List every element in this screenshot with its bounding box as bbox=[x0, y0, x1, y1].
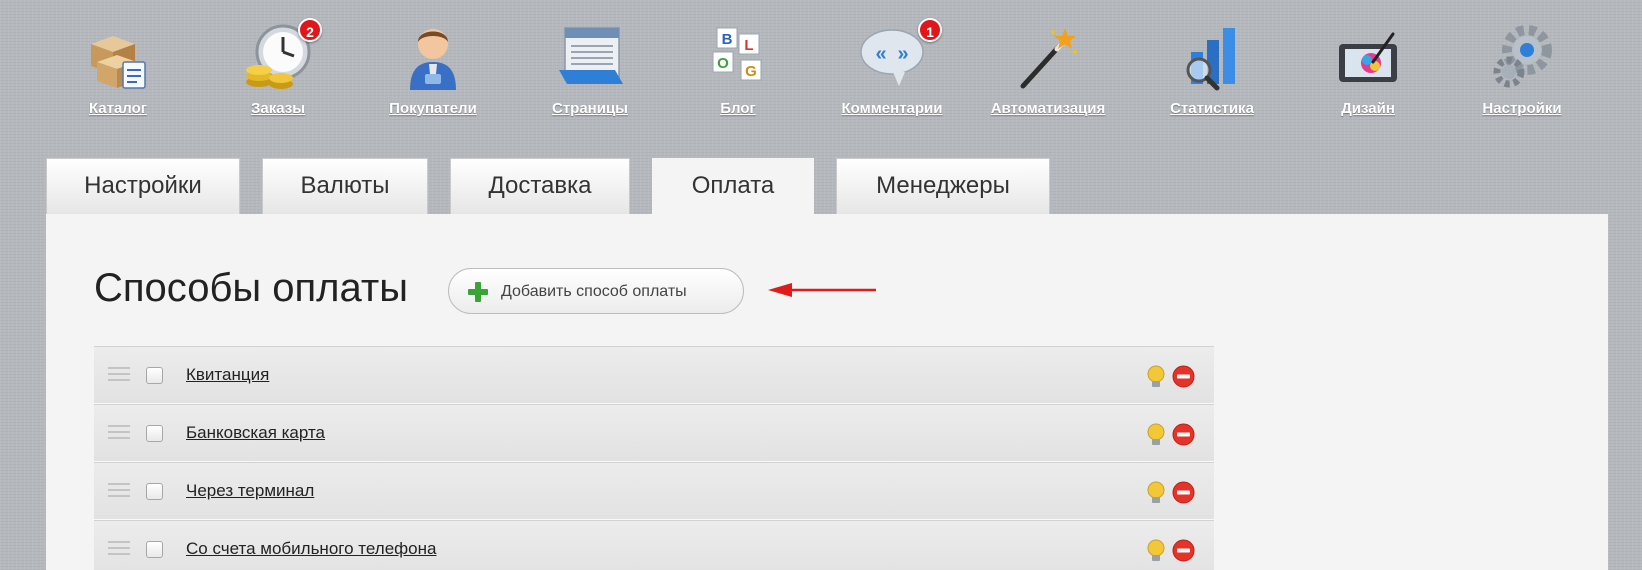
menu-label: Каталог bbox=[88, 100, 148, 117]
statistics-chart-icon bbox=[1186, 28, 1235, 91]
lightbulb-icon[interactable] bbox=[1146, 481, 1166, 505]
drag-handle-icon[interactable] bbox=[108, 425, 130, 443]
comments-count-badge: 1 bbox=[918, 18, 942, 42]
svg-text:B: B bbox=[722, 31, 733, 48]
customers-person-icon bbox=[410, 29, 456, 90]
payment-method-link[interactable]: Со счета мобильного телефона bbox=[186, 539, 436, 559]
menu-label: Страницы bbox=[552, 100, 628, 117]
menu-label: Автоматизация bbox=[990, 100, 1106, 117]
menu-label: Комментарии bbox=[841, 100, 943, 117]
menu-item-comments[interactable]: « » 1 Комментарии bbox=[822, 14, 962, 124]
settings-gears-icon bbox=[1493, 25, 1552, 88]
row-checkbox[interactable] bbox=[146, 483, 163, 500]
menu-label: Настройки bbox=[1482, 100, 1562, 117]
red-arrow-annotation bbox=[768, 283, 876, 297]
svg-text:«: « bbox=[875, 43, 886, 65]
payment-method-link[interactable]: Через терминал bbox=[186, 481, 314, 501]
design-tablet-icon bbox=[1339, 32, 1397, 82]
delete-icon[interactable] bbox=[1172, 481, 1195, 504]
menu-item-statistics[interactable]: Статистика bbox=[1142, 14, 1282, 124]
svg-text:G: G bbox=[745, 63, 757, 80]
menu-label: Покупатели bbox=[389, 100, 477, 117]
payment-method-link[interactable]: Квитанция bbox=[186, 365, 269, 385]
lightbulb-icon[interactable] bbox=[1146, 365, 1166, 389]
page-title: Способы оплаты bbox=[94, 266, 408, 310]
menu-item-customers[interactable]: Покупатели bbox=[363, 14, 503, 124]
add-payment-method-label: Добавить способ оплаты bbox=[501, 283, 687, 300]
menu-item-automation[interactable]: Автоматизация bbox=[978, 14, 1118, 124]
lightbulb-icon[interactable] bbox=[1146, 423, 1166, 447]
table-row: Квитанция bbox=[94, 346, 1214, 404]
menu-item-blog[interactable]: B L O G Блог bbox=[668, 14, 808, 124]
menu-item-orders[interactable]: 2 Заказы bbox=[208, 14, 348, 124]
menu-label: Статистика bbox=[1170, 100, 1254, 117]
delete-icon[interactable] bbox=[1172, 423, 1195, 446]
plus-icon bbox=[468, 282, 488, 302]
lightbulb-icon[interactable] bbox=[1146, 539, 1166, 563]
row-checkbox[interactable] bbox=[146, 367, 163, 384]
menu-item-pages[interactable]: Страницы bbox=[520, 14, 660, 124]
add-payment-method-button[interactable]: Добавить способ оплаты bbox=[448, 268, 744, 314]
delete-icon[interactable] bbox=[1172, 539, 1195, 562]
pages-window-icon bbox=[559, 27, 623, 84]
main-panel: Способы оплаты Добавить способ оплаты Кв… bbox=[46, 214, 1608, 570]
drag-handle-icon[interactable] bbox=[108, 367, 130, 385]
delete-icon[interactable] bbox=[1172, 365, 1195, 388]
menu-label: Блог bbox=[720, 100, 756, 117]
menu-label: Дизайн bbox=[1341, 100, 1395, 117]
catalog-boxes-icon bbox=[91, 36, 146, 89]
table-row: Банковская карта bbox=[94, 404, 1214, 462]
table-row: Со счета мобильного телефона bbox=[94, 520, 1214, 570]
tab-delivery[interactable]: Доставка bbox=[450, 158, 630, 214]
top-menu: Каталог 2 Заказы Покупатели Страницы B L… bbox=[0, 0, 1642, 150]
automation-wand-icon bbox=[1020, 28, 1077, 89]
menu-label: Заказы bbox=[250, 100, 306, 117]
svg-text:»: » bbox=[897, 43, 908, 65]
drag-handle-icon[interactable] bbox=[108, 541, 130, 559]
payment-methods-list: Квитанция Банковская карта Через термина… bbox=[94, 346, 1214, 570]
tab-managers[interactable]: Менеджеры bbox=[836, 158, 1050, 214]
comments-bubble-icon: « » bbox=[860, 29, 924, 86]
table-row: Через терминал bbox=[94, 462, 1214, 520]
svg-text:O: O bbox=[717, 55, 729, 72]
svg-text:L: L bbox=[744, 37, 753, 54]
menu-item-design[interactable]: Дизайн bbox=[1298, 14, 1438, 124]
tab-payment[interactable]: Оплата bbox=[652, 158, 814, 216]
orders-count-badge: 2 bbox=[298, 18, 322, 42]
tab-currencies[interactable]: Валюты bbox=[262, 158, 428, 214]
row-checkbox[interactable] bbox=[146, 425, 163, 442]
menu-item-catalog[interactable]: Каталог bbox=[48, 14, 188, 124]
tab-settings[interactable]: Настройки bbox=[46, 158, 240, 214]
drag-handle-icon[interactable] bbox=[108, 483, 130, 501]
menu-item-settings[interactable]: Настройки bbox=[1452, 14, 1592, 124]
payment-method-link[interactable]: Банковская карта bbox=[186, 423, 325, 443]
blog-cubes-icon: B L O G bbox=[712, 27, 762, 81]
row-checkbox[interactable] bbox=[146, 541, 163, 558]
